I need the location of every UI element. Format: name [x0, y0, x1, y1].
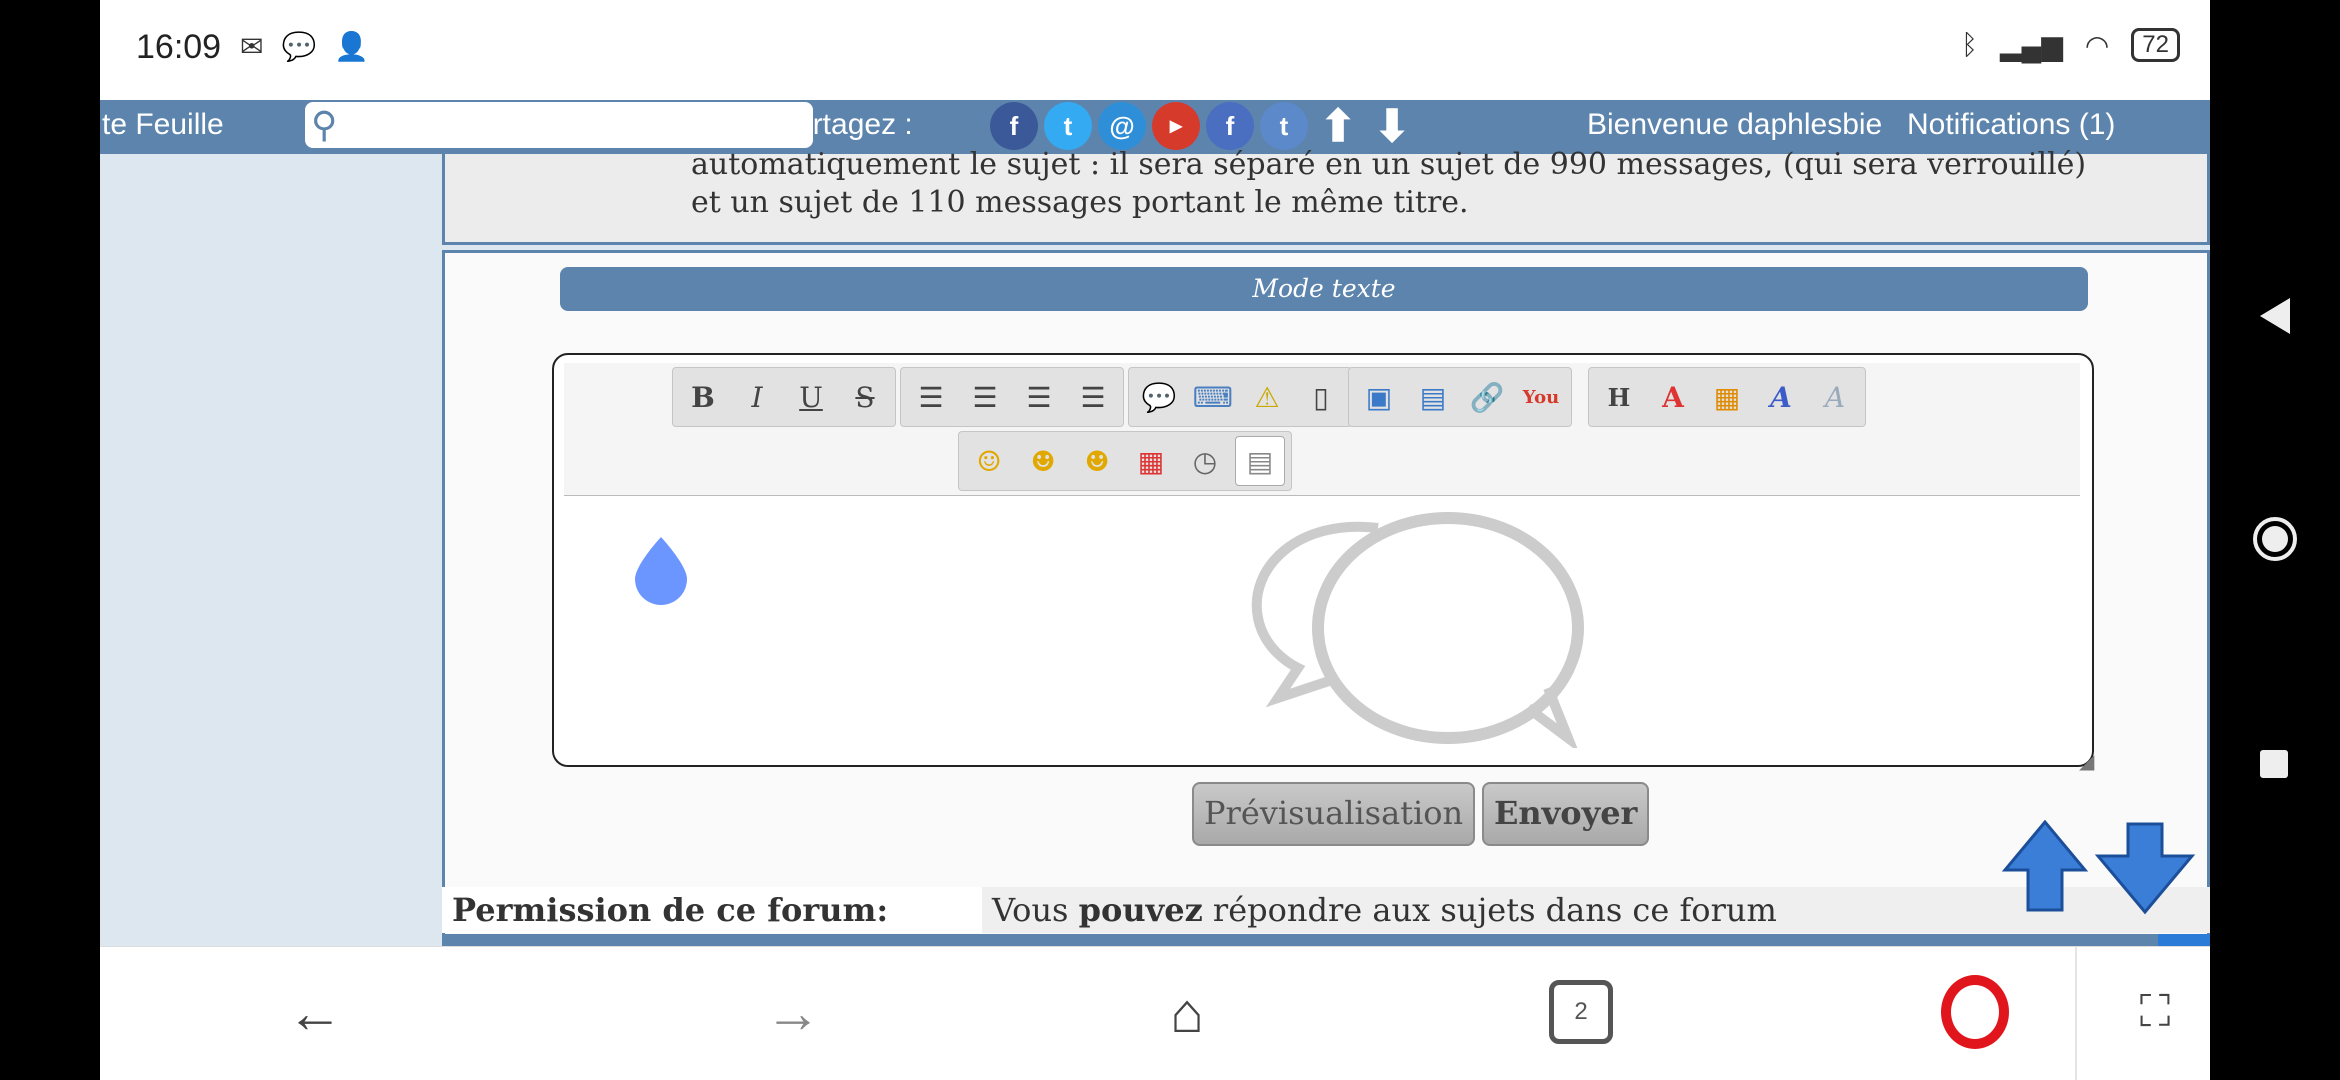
youtube-icon[interactable]: You [1517, 373, 1565, 421]
gmail-icon: ✉ [240, 31, 264, 62]
arrow-up-icon[interactable]: ⬆ [1314, 102, 1362, 151]
link-icon[interactable]: 🔗 [1463, 373, 1511, 421]
twitter-icon[interactable]: t [1260, 102, 1308, 150]
left-sidebar [100, 154, 442, 946]
back-icon[interactable]: ← [270, 977, 360, 1047]
strikethrough-icon[interactable]: S [841, 373, 889, 421]
toolbar-group-align: ☰ ☰ ☰ ☰ [900, 367, 1124, 427]
toolbar-group-blocks: 💬 ⌨ ⚠ ▯ [1128, 367, 1352, 427]
opera-menu-icon[interactable] [1930, 975, 2020, 1049]
permission-value-suffix: répondre aux sujets dans ce forum [1202, 891, 1777, 929]
send-button[interactable]: Envoyer [1482, 782, 1650, 846]
welcome-text[interactable]: Bienvenue daphlesbie [1587, 108, 1882, 142]
status-notification-icons: ✉ 💬 👤 [240, 30, 369, 63]
image-host-icon[interactable]: ▣ [1355, 373, 1403, 421]
status-time: 16:09 [136, 28, 222, 66]
smiley-icon[interactable]: ☺ [965, 437, 1013, 485]
permission-label: Permission de ce forum: [452, 891, 889, 929]
toolbar-group-format: B I U S [672, 367, 896, 427]
twitter-icon[interactable]: t [1044, 102, 1092, 150]
battery-indicator: 72 [2131, 28, 2180, 62]
home-icon[interactable]: ⌂ [1142, 977, 1232, 1047]
image-icon[interactable]: ▤ [1409, 373, 1457, 421]
font-size-icon[interactable]: A [1649, 373, 1697, 421]
device-screen: 16:09 ✉ 💬 👤 ᛒ ▂▄▆ ◠ 72 te Feuille ⚲ Part… [100, 0, 2210, 1080]
justify-icon[interactable]: ☰ [1069, 373, 1117, 421]
code-icon[interactable]: ⌨ [1189, 373, 1237, 421]
status-system-icons: ᛒ ▂▄▆ ◠ 72 [1961, 28, 2180, 62]
tabs-button[interactable]: 2 [1536, 977, 1626, 1047]
forum-permission-row: Permission de ce forum: Vous pouvez répo… [442, 887, 2210, 933]
toolbar-group-media: ▣ ▤ 🔗 You [1348, 367, 1572, 427]
browser-bottom-bar: ← → ⌂ 2 ⛶ [100, 946, 2210, 1080]
forum-logo-watermark-icon [1251, 512, 1584, 748]
notifications-link[interactable]: Notifications (1) [1907, 108, 2115, 142]
align-center-icon[interactable]: ☰ [961, 373, 1009, 421]
toolbar-group-extras: ☺ ☻ ☻ ▦ ◷ ▤ [958, 431, 1292, 491]
forum-rules-box: automatiquement le sujet : il sera sépar… [442, 147, 2210, 245]
facebook-icon[interactable]: f [1206, 102, 1254, 150]
font-icon[interactable]: A [1757, 373, 1805, 421]
source-icon[interactable]: ▤ [1235, 436, 1285, 486]
remove-format-icon[interactable]: A [1811, 373, 1859, 421]
bluetooth-icon: ᛒ [1961, 29, 1978, 60]
resize-handle-icon[interactable]: ◢ [2079, 749, 2094, 774]
calendar-icon[interactable]: ▦ [1127, 437, 1175, 485]
email-icon[interactable]: @ [1098, 102, 1146, 150]
fullscreen-icon[interactable]: ⛶ [2110, 977, 2200, 1047]
search-icon: ⚲ [311, 104, 338, 145]
facebook-icon[interactable]: f [990, 102, 1038, 150]
add-contact-icon: 👤 [334, 31, 370, 62]
quote-icon[interactable]: 💬 [1135, 373, 1183, 421]
chat-icon: 💬 [281, 31, 317, 62]
scroll-arrows [2001, 820, 2196, 915]
bar-divider [2075, 947, 2077, 1080]
hide-icon[interactable]: ▯ [1297, 373, 1345, 421]
share-icons: f t @ ▶ f t ⬆ ⬇ [990, 102, 1416, 151]
grin-icon[interactable]: ☻ [1019, 437, 1067, 485]
spoiler-icon[interactable]: ⚠ [1243, 373, 1291, 421]
forum-rules-text: automatiquement le sujet : il sera sépar… [691, 147, 2087, 220]
status-bar: 16:09 ✉ 💬 👤 ᛒ ▂▄▆ ◠ 72 [100, 0, 2210, 100]
progress-fill [2158, 934, 2210, 946]
scroll-down-icon[interactable] [2094, 822, 2196, 915]
laugh-icon[interactable]: ☻ [1073, 437, 1121, 485]
page-load-progress [442, 934, 2210, 946]
forward-icon[interactable]: → [748, 977, 838, 1047]
align-left-icon[interactable]: ☰ [907, 373, 955, 421]
recents-nav-icon[interactable] [2258, 748, 2290, 780]
italic-icon[interactable]: I [733, 373, 781, 421]
heading-icon[interactable]: H [1595, 373, 1643, 421]
preview-button[interactable]: Prévisualisation [1192, 782, 1476, 846]
scroll-up-icon[interactable] [2001, 820, 2089, 912]
site-title[interactable]: te Feuille [102, 108, 224, 142]
signal-icon: ▂▄▆ [1999, 29, 2063, 61]
share-label: Partagez : [776, 108, 913, 141]
toolbar-group-style: H A ▦ A A [1588, 367, 1866, 427]
align-right-icon[interactable]: ☰ [1015, 373, 1063, 421]
color-icon[interactable]: ▦ [1703, 373, 1751, 421]
arrow-down-icon[interactable]: ⬇ [1368, 102, 1416, 151]
editor-toolbar: B I U S ☰ ☰ ☰ ☰ 💬 ⌨ ⚠ ▯ ▣ ▤ 🔗 You H A ▦ … [564, 363, 2080, 496]
mode-texte-toggle[interactable]: Mode texte [560, 267, 2088, 311]
android-nav-bar [2210, 0, 2340, 1080]
bold-icon[interactable]: B [679, 373, 727, 421]
search-input[interactable]: ⚲ [305, 102, 813, 148]
permission-value-bold: pouvez [1078, 891, 1203, 929]
wifi-icon: ◠ [2084, 29, 2110, 61]
back-nav-icon[interactable] [2258, 296, 2292, 336]
clock-icon[interactable]: ◷ [1181, 437, 1229, 485]
home-nav-icon[interactable] [2252, 516, 2298, 562]
opera-logo-icon [1941, 975, 2009, 1049]
tabs-count: 2 [1549, 980, 1613, 1044]
permission-value-prefix: Vous [992, 891, 1079, 929]
text-cursor-handle-icon[interactable] [633, 535, 689, 605]
underline-icon[interactable]: U [787, 373, 835, 421]
youtube-icon[interactable]: ▶ [1152, 102, 1200, 150]
